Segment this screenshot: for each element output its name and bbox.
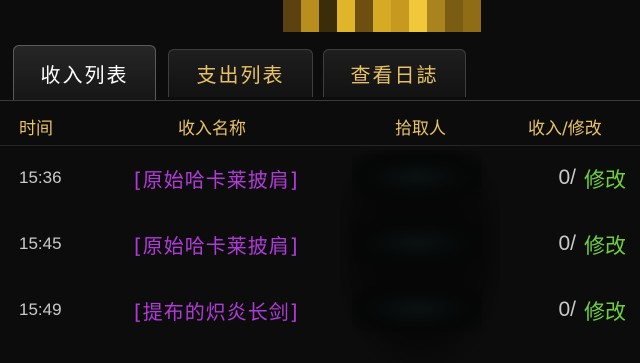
table-row: 15:45 [原始哈卡莱披肩] 0/ 修改 bbox=[0, 212, 640, 276]
edit-button[interactable]: 修改 bbox=[584, 296, 626, 326]
tab-bar: 收入列表 支出列表 查看日誌 bbox=[13, 45, 640, 101]
pixelated-title bbox=[283, 0, 481, 32]
edit-button[interactable]: 修改 bbox=[584, 230, 626, 260]
looter-name-obscured bbox=[352, 286, 482, 332]
row-time: 15:36 bbox=[19, 168, 62, 187]
item-link[interactable]: [原始哈卡莱披肩] bbox=[134, 230, 299, 259]
tab-expense-list-label: 支出列表 bbox=[196, 63, 285, 87]
column-item-name: 收入名称 bbox=[178, 119, 246, 139]
column-time: 时间 bbox=[19, 119, 53, 139]
column-income-edit: 收入/修改 bbox=[528, 119, 602, 139]
loot-window: 收入列表 支出列表 查看日誌 时间 收入名称 拾取人 收入/修改 15:36 [… bbox=[0, 0, 640, 363]
tab-expense-list[interactable]: 支出列表 bbox=[168, 49, 313, 97]
row-time: 15:49 bbox=[19, 300, 62, 319]
tab-income-list-label: 收入列表 bbox=[40, 63, 129, 87]
income-amount: 0/ bbox=[558, 166, 576, 189]
looter-name-obscured bbox=[352, 220, 482, 266]
table-row: 15:36 [原始哈卡莱披肩] 0/ 修改 bbox=[0, 146, 640, 210]
tab-view-log[interactable]: 查看日誌 bbox=[323, 49, 466, 97]
table-header: 时间 收入名称 拾取人 收入/修改 bbox=[0, 106, 640, 144]
looter-name-obscured bbox=[352, 154, 482, 200]
income-amount: 0/ bbox=[558, 232, 576, 255]
edit-button[interactable]: 修改 bbox=[584, 164, 626, 194]
item-link[interactable]: [提布的炽炎长剑] bbox=[134, 296, 299, 325]
item-link[interactable]: [原始哈卡莱披肩] bbox=[134, 164, 299, 193]
table-row: 15:49 [提布的炽炎长剑] 0/ 修改 bbox=[0, 278, 640, 342]
income-amount: 0/ bbox=[558, 298, 576, 321]
row-time: 15:45 bbox=[19, 234, 62, 253]
tab-income-list[interactable]: 收入列表 bbox=[13, 45, 156, 101]
column-looter: 拾取人 bbox=[395, 119, 446, 139]
tab-view-log-label: 查看日誌 bbox=[350, 63, 439, 87]
tab-divider bbox=[0, 100, 640, 101]
